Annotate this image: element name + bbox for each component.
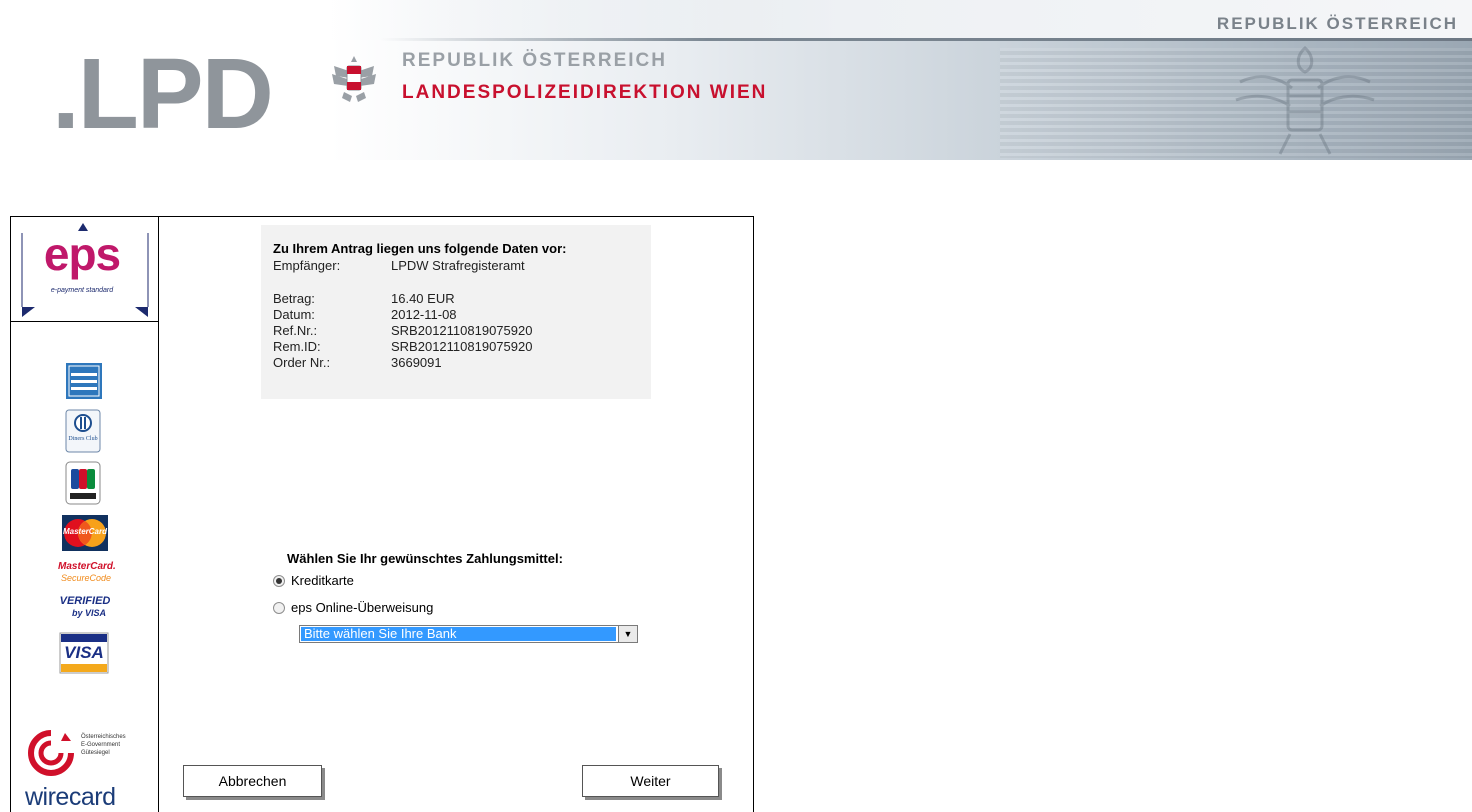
- visa-icon: VISA: [54, 631, 114, 675]
- vbv-label-2: by VISA: [71, 608, 106, 618]
- info-row-remid: Rem.ID: SRB2012110819075920: [273, 339, 532, 354]
- info-label: Rem.ID:: [273, 339, 321, 354]
- american-express-icon: [54, 361, 114, 401]
- bank-select[interactable]: Bitte wählen Sie Ihre Bank ▼: [299, 625, 638, 643]
- jcb-icon: [54, 461, 114, 505]
- republic-heading: REPUBLIK ÖSTERREICH: [402, 50, 667, 71]
- top-right-heading: REPUBLIK ÖSTERREICH: [1216, 14, 1458, 33]
- visa-label: VISA: [64, 643, 104, 662]
- info-row-amount: Betrag: 16.40 EUR: [273, 291, 455, 306]
- header-banner: .LPD REPUBLIK ÖSTERREICH LANDESPOLIZEIDI…: [0, 0, 1472, 160]
- order-info-title: Zu Ihrem Antrag liegen uns folgende Date…: [273, 241, 567, 256]
- order-info-box: Zu Ihrem Antrag liegen uns folgende Date…: [261, 225, 651, 399]
- info-value: 2012-11-08: [391, 307, 457, 322]
- info-label: Datum:: [273, 307, 315, 322]
- diners-club-icon: Diners Club: [54, 409, 114, 453]
- payment-main: Zu Ihrem Antrag liegen uns folgende Date…: [159, 217, 753, 812]
- info-row-refnr: Ref.Nr.: SRB2012110819075920: [273, 323, 532, 338]
- diners-club-label: Diners Club: [68, 436, 98, 442]
- info-row-order: Order Nr.: 3669091: [273, 355, 442, 370]
- payment-panel: eps e-payment standard Diners Club Maste…: [10, 216, 754, 812]
- cancel-button[interactable]: Abbrechen: [183, 765, 322, 797]
- info-value: SRB2012110819075920: [391, 339, 533, 354]
- info-row-date: Datum: 2012-11-08: [273, 307, 457, 322]
- mastercard-label: MasterCard: [62, 527, 107, 536]
- mastercard-icon: MasterCard: [54, 513, 114, 553]
- bank-select-value[interactable]: Bitte wählen Sie Ihre Bank: [301, 627, 616, 641]
- radio-eps-transfer[interactable]: eps Online-Überweisung: [273, 600, 433, 615]
- info-label: Betrag:: [273, 291, 315, 306]
- e-government-label: Österreichisches E-Government Gütesiegel: [81, 734, 126, 756]
- info-row-recipient: Empfänger: LPDW Strafregisteramt: [273, 258, 525, 273]
- banner-divider: [380, 38, 1472, 41]
- eps-logo-box: eps e-payment standard: [11, 217, 158, 322]
- radio-credit-card-label[interactable]: Kreditkarte: [291, 573, 354, 588]
- securecode-label-1: MasterCard.: [58, 561, 116, 572]
- info-value: 16.40 EUR: [391, 291, 455, 306]
- payment-method-prompt: Wählen Sie Ihr gewünschtes Zahlungsmitte…: [287, 551, 563, 566]
- e-government-seal-icon: [28, 730, 74, 776]
- info-value: LPDW Strafregisteramt: [391, 258, 525, 273]
- watermark-eagle-icon: [1235, 45, 1375, 155]
- wirecard-logo: wirecard: [25, 783, 116, 811]
- vbv-label-1: VERIFIED: [59, 595, 111, 607]
- eps-tagline: e-payment standard: [50, 287, 114, 294]
- eps-logo: eps: [43, 228, 121, 280]
- radio-credit-card-input[interactable]: [273, 574, 285, 587]
- info-value: SRB2012110819075920: [391, 323, 533, 338]
- info-label: Order Nr.:: [273, 355, 331, 370]
- radio-eps-transfer-input[interactable]: [273, 601, 285, 614]
- info-value: 3669091: [391, 355, 442, 370]
- info-label: Ref.Nr.:: [273, 323, 318, 338]
- securecode-label-2: SecureCode: [60, 573, 112, 583]
- lpd-logo: .LPD: [52, 38, 274, 150]
- austrian-eagle-icon: [332, 56, 376, 102]
- chevron-down-icon[interactable]: ▼: [618, 626, 637, 642]
- verified-by-visa-icon: VERIFIED by VISA: [54, 595, 114, 623]
- next-button[interactable]: Weiter: [582, 765, 719, 797]
- payment-sidebar: eps e-payment standard Diners Club Maste…: [11, 217, 159, 812]
- radio-eps-transfer-label[interactable]: eps Online-Überweisung: [291, 600, 433, 615]
- mastercard-securecode-icon: MasterCard. SecureCode: [54, 561, 116, 587]
- radio-credit-card[interactable]: Kreditkarte: [273, 573, 354, 588]
- info-label: Empfänger:: [273, 258, 341, 273]
- authority-heading: LANDESPOLIZEIDIREKTION WIEN: [402, 82, 768, 103]
